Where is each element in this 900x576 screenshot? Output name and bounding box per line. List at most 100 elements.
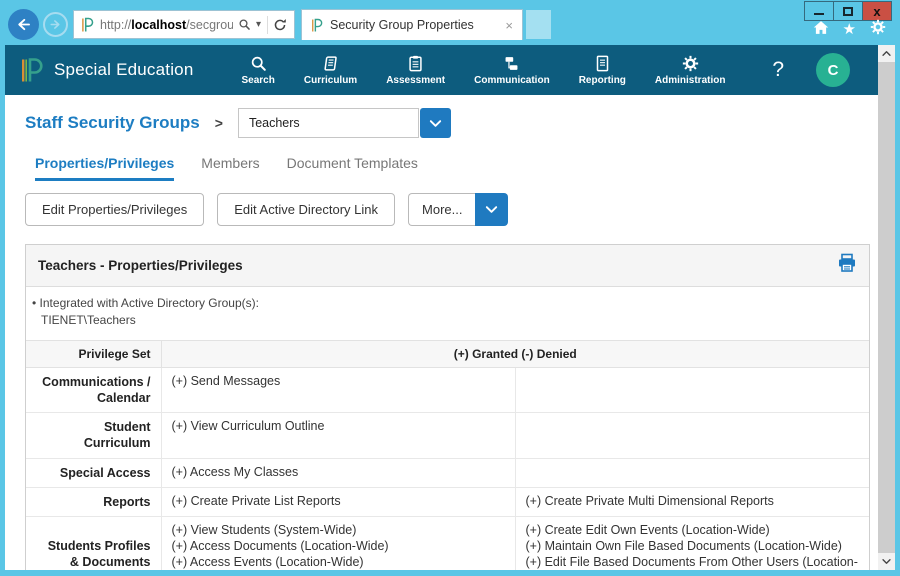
new-tab-button[interactable]	[526, 10, 551, 39]
window-controls: x	[805, 1, 892, 21]
nav-item-reporting[interactable]: Reporting	[579, 55, 626, 86]
browser-chrome: x http://localhost/secgroupprops.aspx ▾	[5, 0, 895, 45]
privileges-table: Privilege Set (+) Granted (-) Denied Com…	[26, 340, 869, 570]
scroll-up-button[interactable]	[878, 45, 895, 62]
breadcrumb-separator: >	[215, 115, 223, 131]
privilege-set-cell: Students Profiles & Documents	[26, 517, 161, 570]
privilege-item: (+) Access My Classes	[172, 464, 505, 480]
address-dropdown-icon[interactable]: ▾	[256, 19, 261, 30]
chrome-toolbar-icons: ★	[813, 19, 886, 40]
breadcrumb: Staff Security Groups > Teachers	[25, 95, 870, 138]
security-group-select-value[interactable]: Teachers	[238, 108, 419, 138]
favorites-star-icon[interactable]: ★	[843, 22, 856, 37]
panel-header: Teachers - Properties/Privileges	[26, 245, 869, 287]
tab-members[interactable]: Members	[201, 155, 259, 181]
granted-denied-header: (+) Granted (-) Denied	[161, 340, 869, 367]
staff-security-groups-link[interactable]: Staff Security Groups	[25, 113, 200, 133]
integration-note-text: Integrated with Active Directory Group(s…	[40, 296, 259, 310]
more-button[interactable]: More...	[408, 193, 475, 226]
page-viewport: Special Education Search Curriculum Asse…	[5, 45, 895, 570]
chevron-down-icon	[881, 556, 892, 567]
url-path: /secgroupprops.aspx	[186, 18, 233, 32]
privilege-item: (+) View Students (System-Wide)	[172, 522, 505, 538]
privilege-set-cell: Student Curriculum	[26, 413, 161, 459]
book-icon	[322, 55, 339, 72]
granted-left-cell: (+) View Curriculum Outline	[161, 413, 515, 459]
privilege-set-cell: Reports	[26, 487, 161, 516]
address-row: http://localhost/secgroupprops.aspx ▾ Se…	[8, 9, 551, 40]
edit-properties-privileges-button[interactable]: Edit Properties/Privileges	[25, 193, 204, 226]
tab-document-templates[interactable]: Document Templates	[287, 155, 418, 181]
page-body: Staff Security Groups > Teachers Propert…	[5, 95, 878, 570]
tab-properties-privileges[interactable]: Properties/Privileges	[35, 155, 174, 181]
forward-arrow-icon	[49, 18, 62, 31]
privilege-item: (+) Access Events (Location-Wide)	[172, 554, 505, 570]
brand: Special Education	[21, 57, 194, 84]
privilege-item: (+) Create Edit Own Events (Location-Wid…	[526, 522, 860, 538]
flowchart-icon	[503, 55, 520, 72]
bullet-icon: •	[32, 296, 36, 310]
nav-label: Administration	[655, 75, 726, 86]
gear-icon	[682, 55, 699, 72]
table-row: Student Curriculum (+) View Curriculum O…	[26, 413, 869, 459]
more-dropdown-button[interactable]	[475, 193, 508, 226]
help-button[interactable]: ?	[772, 58, 784, 82]
granted-right-cell	[515, 367, 869, 413]
granted-left-cell: (+) Send Messages	[161, 367, 515, 413]
privilege-item: (+) Send Messages	[172, 373, 505, 389]
tab-favicon	[311, 18, 323, 33]
security-group-select-button[interactable]	[420, 108, 451, 138]
privilege-set-cell: Special Access	[26, 458, 161, 487]
scroll-down-button[interactable]	[878, 553, 895, 570]
granted-left-cell: (+) View Students (System-Wide) (+) Acces…	[161, 517, 515, 570]
privilege-set-cell: Communications / Calendar	[26, 367, 161, 413]
nav-item-assessment[interactable]: Assessment	[386, 55, 445, 86]
chevron-up-icon	[881, 48, 892, 59]
security-group-select[interactable]: Teachers	[238, 108, 451, 138]
table-row: Reports (+) Create Private List Reports …	[26, 487, 869, 516]
app-title: Special Education	[54, 60, 194, 80]
minimize-button[interactable]	[804, 1, 834, 21]
search-icon[interactable]	[238, 18, 251, 31]
user-avatar[interactable]: C	[816, 53, 850, 87]
action-buttons: Edit Properties/Privileges Edit Active D…	[25, 193, 870, 226]
edit-active-directory-link-button[interactable]: Edit Active Directory Link	[217, 193, 395, 226]
privilege-set-header: Privilege Set	[26, 340, 161, 367]
url-scheme: http://	[100, 18, 131, 32]
integration-note: • Integrated with Active Directory Group…	[26, 287, 869, 340]
granted-right-cell	[515, 413, 869, 459]
home-icon[interactable]	[813, 20, 829, 40]
maximize-button[interactable]	[833, 1, 863, 21]
nav-item-curriculum[interactable]: Curriculum	[304, 55, 357, 86]
privilege-item: (+) View Curriculum Outline	[172, 418, 505, 434]
settings-gear-icon[interactable]	[870, 19, 886, 40]
close-window-button[interactable]: x	[862, 1, 892, 21]
print-icon[interactable]	[837, 253, 857, 278]
tab-title: Security Group Properties	[330, 18, 505, 32]
back-arrow-icon	[15, 16, 32, 33]
forward-button[interactable]	[43, 12, 68, 37]
back-button[interactable]	[8, 9, 39, 40]
address-divider	[267, 16, 268, 34]
page-scrollbar[interactable]	[878, 45, 895, 570]
minimize-icon	[814, 13, 824, 15]
app-navbar: Special Education Search Curriculum Asse…	[5, 45, 878, 95]
browser-tab[interactable]: Security Group Properties ×	[301, 9, 523, 40]
address-bar[interactable]: http://localhost/secgroupprops.aspx ▾	[73, 10, 295, 39]
page: Special Education Search Curriculum Asse…	[5, 45, 878, 570]
nav-item-communication[interactable]: Communication	[474, 55, 550, 86]
granted-left-cell: (+) Access My Classes	[161, 458, 515, 487]
privilege-item: (+) Edit File Based Documents From Other…	[526, 554, 860, 570]
nav-item-administration[interactable]: Administration	[655, 55, 726, 86]
nav-item-search[interactable]: Search	[242, 55, 275, 86]
tab-close-icon[interactable]: ×	[505, 19, 513, 32]
url-text: http://localhost/secgroupprops.aspx	[100, 18, 233, 32]
nav-label: Curriculum	[304, 75, 357, 86]
chevron-down-icon	[428, 116, 443, 131]
maximize-icon	[843, 7, 853, 16]
granted-left-cell: (+) Create Private List Reports	[161, 487, 515, 516]
nav-label: Communication	[474, 75, 550, 86]
refresh-icon[interactable]	[273, 18, 287, 32]
integration-note-line1: • Integrated with Active Directory Group…	[32, 295, 857, 312]
url-host: localhost	[131, 18, 186, 32]
